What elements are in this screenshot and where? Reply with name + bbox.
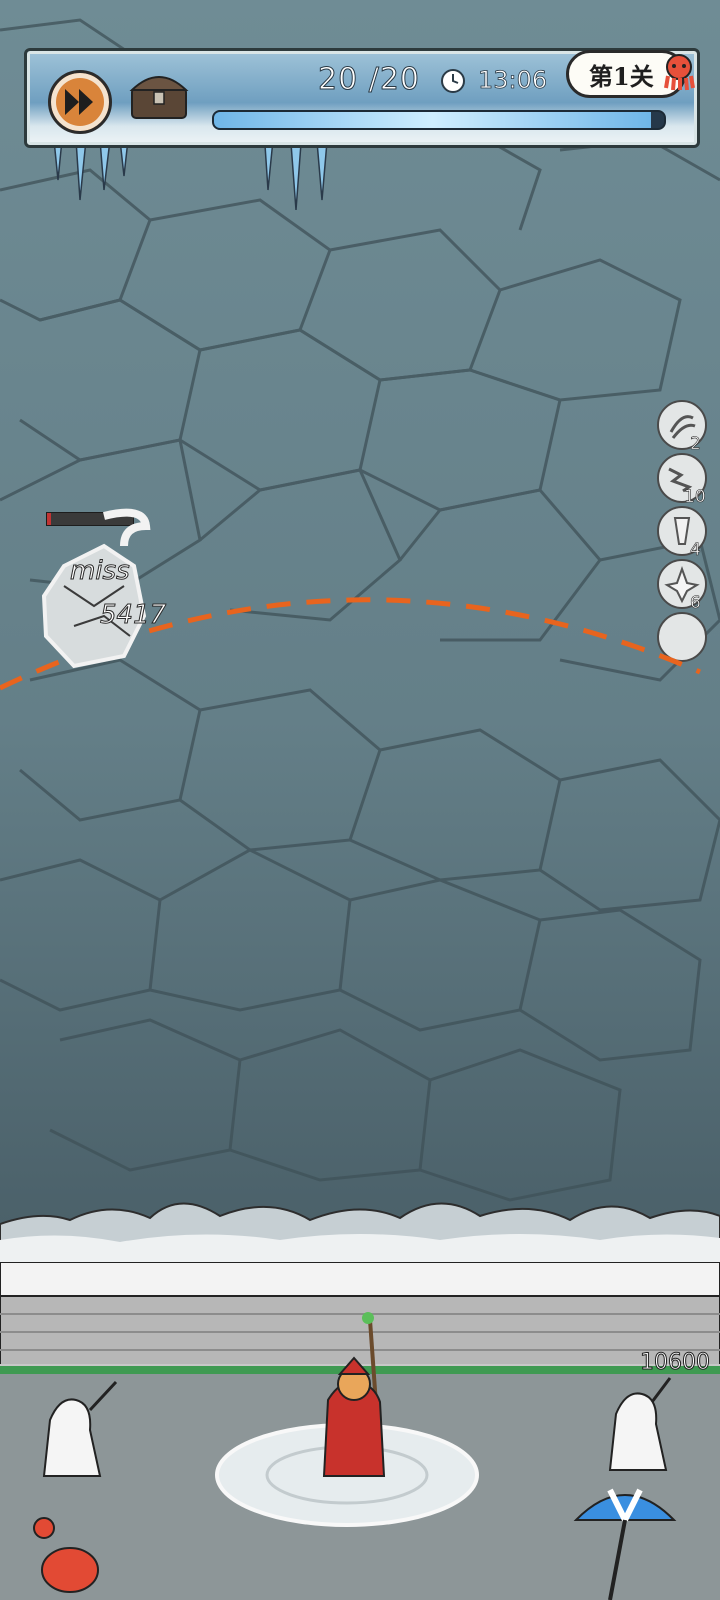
- skill-wind-slash-count: 2: [690, 434, 701, 455]
- santa-wizard-player[interactable]: [310, 1310, 410, 1490]
- energy-bar-fill: [214, 112, 651, 128]
- octopus-icon: [664, 54, 695, 91]
- level-label: 第1关: [589, 61, 654, 91]
- ghost-ally-right: [608, 1377, 672, 1471]
- wave-timer: 13:06: [478, 66, 548, 95]
- treasure-chest-icon[interactable]: [128, 70, 190, 122]
- fast-forward-icon: [65, 89, 93, 115]
- beach-umbrella-icon: [573, 1488, 677, 1600]
- skill-lightning-count: 10: [684, 487, 706, 508]
- damage-number: 5417: [99, 600, 167, 631]
- base-health-text: 10600: [640, 1350, 711, 1376]
- ghost-ally-left: [42, 1380, 118, 1477]
- clock-icon: [441, 69, 465, 93]
- energy-bar: [212, 110, 666, 130]
- wave-counter: 20 /20: [318, 62, 420, 98]
- fast-forward-button[interactable]: [48, 70, 112, 134]
- miss-text: miss: [70, 556, 131, 587]
- wave-edge: [0, 1202, 720, 1270]
- crab-icon: [33, 1517, 99, 1593]
- frozen-ghost-enemy[interactable]: [34, 506, 164, 676]
- icicle-cluster-icon: [53, 140, 129, 201]
- skill-drill-count: 4: [690, 540, 701, 561]
